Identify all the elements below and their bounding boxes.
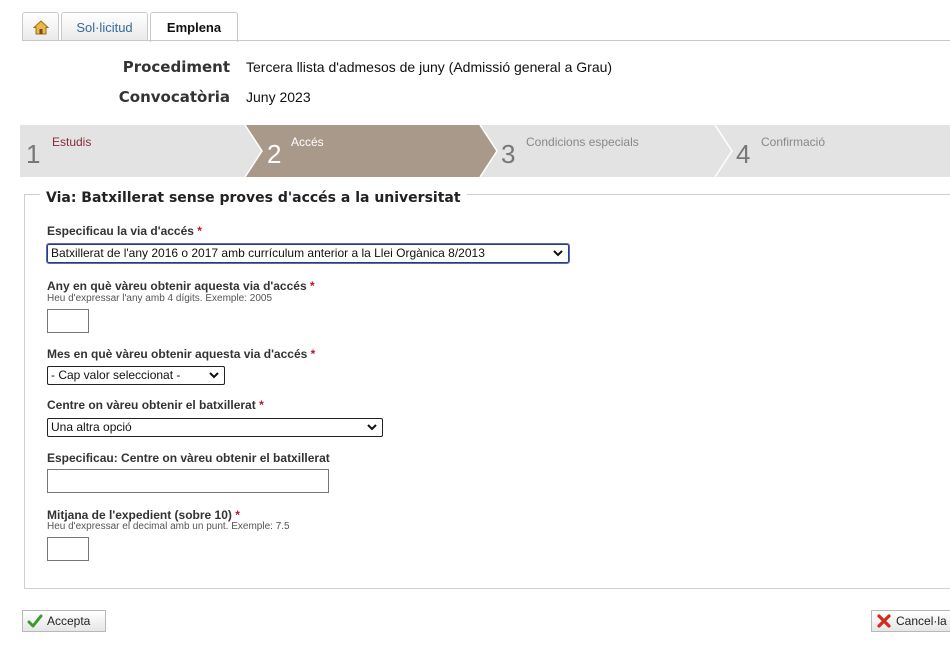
tab-solicitud[interactable]: Sol·licitud — [61, 12, 148, 41]
via-field-label: Especificau la via d'accés * — [47, 224, 202, 238]
step-label: Estudis — [52, 135, 92, 149]
tab-divider — [22, 40, 950, 41]
any-input[interactable] — [47, 309, 89, 333]
step-label: Accés — [291, 135, 324, 149]
convocatoria-label: Convocatòria — [118, 88, 230, 106]
step-number: 1 — [26, 139, 41, 169]
procediment-label: Procediment — [122, 58, 230, 76]
close-icon — [877, 614, 891, 628]
step-number: 4 — [736, 139, 751, 169]
mes-field-label: Mes en què vàreu obtenir aquesta via d'a… — [47, 347, 316, 361]
home-icon — [32, 19, 49, 34]
centre-select-value: Una altra opció — [51, 420, 132, 434]
chevron-down-icon — [209, 372, 219, 379]
via-select[interactable]: Batxillerat de l'any 2016 o 2017 amb cur… — [46, 243, 570, 264]
any-field-label: Any en què vàreu obtenir aquesta via d'a… — [47, 279, 315, 293]
centre-esp-input[interactable] — [47, 469, 329, 493]
required-mark: * — [309, 279, 315, 293]
chevron-down-icon — [367, 424, 377, 431]
tab-bar: Sol·licitud Emplena — [22, 12, 240, 42]
steps-background — [20, 125, 950, 177]
wizard-steps: 1 Estudis 2 Accés 3 Condicions especials… — [20, 125, 950, 177]
step-label: Condicions especials — [526, 135, 639, 149]
required-mark: * — [235, 508, 240, 522]
convocatoria-row: Convocatòria Juny 2023 — [0, 88, 950, 108]
centre-select[interactable]: Una altra opció — [47, 418, 383, 437]
mes-select[interactable]: - Cap valor seleccionat - — [47, 366, 225, 385]
tab-emplena[interactable]: Emplena — [150, 12, 238, 42]
step-number: 3 — [501, 139, 516, 169]
procediment-value: Tercera llista d'admesos de juny (Admiss… — [246, 59, 613, 75]
mes-select-value: - Cap valor seleccionat - — [51, 368, 181, 382]
centre-field-label: Centre on vàreu obtenir el batxillerat * — [47, 398, 264, 412]
mitjana-field-label: Mitjana de l'expedient (sobre 10) * — [47, 508, 240, 522]
mitjana-input[interactable] — [47, 537, 89, 561]
procediment-row: Procediment Tercera llista d'admesos de … — [0, 58, 950, 78]
centre-esp-field-label: Especificau: Centre on vàreu obtenir el … — [47, 451, 330, 465]
cancel-label: Cancel·la — [896, 614, 947, 628]
fieldset-legend: Via: Batxillerat sense proves d'accés a … — [40, 190, 467, 206]
required-mark: * — [310, 347, 316, 361]
any-hint: Heu d'expressar l'any amb 4 dígits. Exem… — [47, 293, 273, 304]
convocatoria-value: Juny 2023 — [246, 89, 311, 105]
via-select-value: Batxillerat de l'any 2016 o 2017 amb cur… — [51, 246, 485, 260]
chevron-down-icon — [553, 250, 563, 257]
step-label: Confirmació — [761, 135, 826, 149]
required-mark: * — [197, 224, 202, 238]
tab-home[interactable] — [22, 12, 59, 41]
checkmark-icon — [27, 614, 43, 628]
step-number: 2 — [267, 139, 282, 169]
required-mark: * — [259, 398, 264, 412]
accepta-button[interactable]: Accepta — [22, 610, 106, 632]
mitjana-hint: Heu d'expressar el decimal amb un punt. … — [47, 521, 290, 532]
accepta-label: Accepta — [47, 614, 91, 628]
cancel-button[interactable]: Cancel·la — [871, 610, 950, 632]
